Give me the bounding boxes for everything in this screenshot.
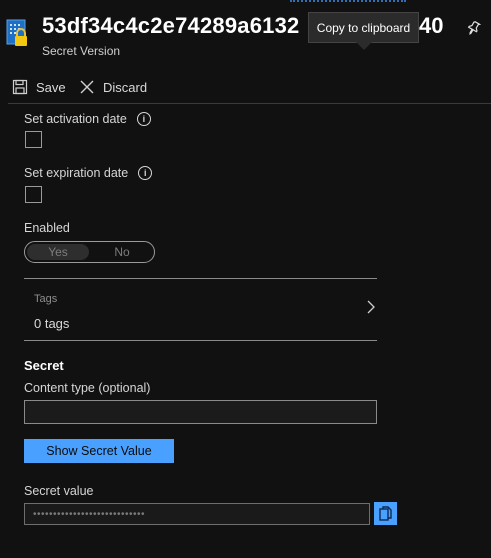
close-icon	[80, 80, 94, 94]
blade-header: 53df34c4c2e74289a6132 40 Secret Version …	[0, 0, 491, 68]
discard-button[interactable]: Discard	[79, 76, 147, 98]
enabled-toggle[interactable]: Yes No	[24, 241, 155, 263]
save-label: Save	[36, 79, 66, 95]
pin-icon[interactable]	[466, 20, 482, 36]
tags-value: 0 tags	[34, 316, 70, 331]
info-icon[interactable]: i	[138, 166, 153, 180]
discard-label: Discard	[103, 79, 148, 95]
copy-icon	[378, 505, 392, 521]
page-title: 53df34c4c2e74289a6132	[42, 13, 300, 38]
tags-bottom-rule	[24, 340, 377, 341]
page-title-tail: 40	[419, 13, 444, 38]
save-icon	[12, 79, 28, 95]
content-type-label: Content type (optional)	[24, 381, 151, 395]
tags-label: Tags	[34, 293, 58, 305]
activation-date-label-row: Set activation date i	[24, 112, 151, 126]
expiration-date-label-row: Set expiration date i	[24, 166, 153, 180]
page-subtitle: Secret Version	[42, 44, 121, 58]
enabled-no-option[interactable]: No	[91, 244, 153, 260]
activation-date-checkbox[interactable]	[25, 131, 42, 148]
info-icon[interactable]: i	[136, 112, 151, 126]
tags-section[interactable]: Tags 0 tags	[24, 280, 377, 340]
chevron-right-icon	[367, 300, 375, 314]
expiration-date-label: Set expiration date	[24, 166, 129, 180]
show-secret-value-button[interactable]: Show Secret Value	[24, 439, 174, 463]
expiration-date-checkbox[interactable]	[25, 186, 42, 203]
save-button[interactable]: Save	[12, 76, 66, 98]
copy-tooltip: Copy to clipboard	[308, 12, 419, 43]
key-vault-secret-icon	[6, 19, 27, 46]
command-bar: Save Discard	[0, 76, 491, 100]
toolbar-divider	[8, 103, 491, 104]
tags-top-rule	[24, 278, 377, 279]
copy-to-clipboard-button[interactable]	[374, 502, 397, 525]
enabled-label: Enabled	[24, 221, 70, 235]
enabled-yes-option[interactable]: Yes	[27, 244, 89, 260]
content-type-input[interactable]	[24, 400, 377, 424]
secret-value-label: Secret value	[24, 484, 94, 498]
secret-section-title: Secret	[24, 358, 64, 373]
secret-value-field[interactable]: ••••••••••••••••••••••••••••	[24, 503, 370, 525]
activation-date-label: Set activation date	[24, 112, 127, 126]
tooltip-arrow	[356, 42, 372, 50]
